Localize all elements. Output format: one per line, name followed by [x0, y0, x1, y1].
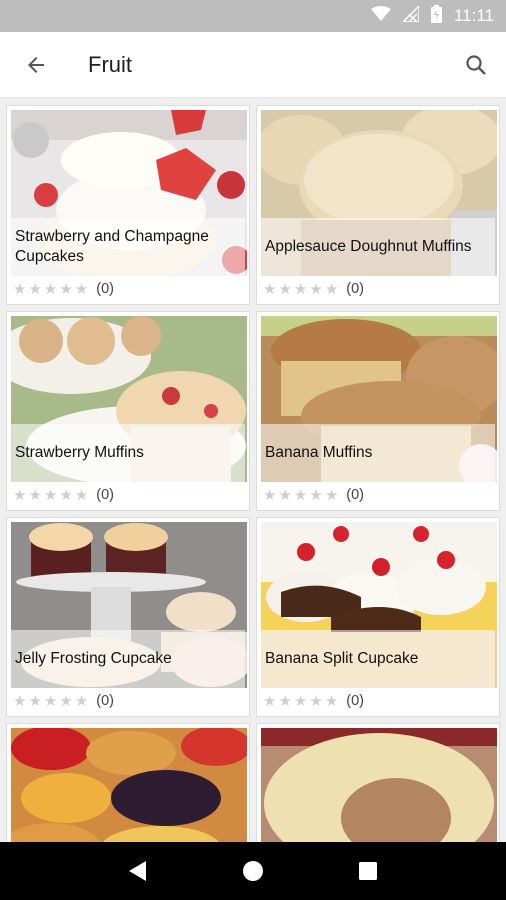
recipe-title: Strawberry and Champagne Cupcakes [15, 228, 209, 265]
status-time: 11:11 [453, 6, 494, 25]
star-icon: ★ [278, 487, 292, 504]
star-icon: ★ [324, 281, 339, 298]
star-icon: ★ [13, 487, 27, 504]
star-rating: ★ ★ ★ ★ ★ (0) [13, 692, 114, 710]
star-icon: ★ [59, 281, 73, 298]
rating-count: (0) [346, 693, 364, 709]
recipe-title-overlay: Banana Split Cupcake [261, 630, 495, 688]
star-icon: ★ [278, 281, 292, 298]
star-icon: ★ [59, 693, 73, 710]
star-icon: ★ [43, 693, 58, 710]
recipe-card[interactable] [256, 723, 500, 842]
star-rating: ★ ★ ★ ★ ★ (0) [13, 486, 114, 504]
recipe-grid: Strawberry and Champagne Cupcakes ★ ★ ★ ★ ★ … [0, 102, 506, 842]
star-icon: ★ [263, 281, 277, 298]
recipe-title: Jelly Frosting Cupcake [15, 650, 172, 667]
star-icon: ★ [74, 487, 89, 504]
back-triangle-icon[interactable] [123, 856, 153, 886]
recipe-title: Banana Muffins [265, 444, 373, 461]
recents-square-icon[interactable] [353, 856, 383, 886]
recipe-title: Banana Split Cupcake [265, 650, 419, 667]
battery-icon [430, 4, 442, 28]
star-icon: ★ [324, 487, 339, 504]
recipe-card[interactable]: Applesauce Doughnut Muffins ★ ★ ★ ★ ★ (0) [256, 105, 500, 305]
star-icon: ★ [28, 281, 42, 298]
rating-count: (0) [96, 693, 114, 709]
recipe-title: Strawberry Muffins [15, 444, 144, 461]
wifi-icon [370, 5, 391, 27]
star-icon: ★ [293, 693, 308, 710]
recipe-image [261, 728, 497, 842]
recipe-title-overlay: Strawberry Muffins [11, 424, 245, 482]
star-icon: ★ [263, 693, 277, 710]
recipe-title-overlay: Applesauce Doughnut Muffins [261, 218, 495, 276]
signal-icon [401, 3, 420, 27]
recipe-card[interactable] [6, 723, 250, 842]
star-icon: ★ [43, 281, 58, 298]
system-nav-bar [0, 842, 506, 900]
star-rating: ★ ★ ★ ★ ★ (0) [263, 692, 364, 710]
star-icon: ★ [13, 693, 27, 710]
recipe-title-overlay: Banana Muffins [261, 424, 495, 482]
star-icon: ★ [74, 281, 89, 298]
rating-count: (0) [346, 281, 364, 297]
recipe-card[interactable]: Strawberry and Champagne Cupcakes ★ ★ ★ ★ ★ … [6, 105, 250, 305]
star-icon: ★ [59, 487, 73, 504]
recipe-card[interactable]: Banana Muffins ★ ★ ★ ★ ★ (0) [256, 311, 500, 511]
status-bar: 11:11 [0, 0, 506, 32]
star-icon: ★ [309, 281, 323, 298]
star-rating: ★ ★ ★ ★ ★ (0) [263, 486, 364, 504]
back-arrow-icon[interactable] [22, 51, 50, 79]
star-icon: ★ [293, 487, 308, 504]
search-icon[interactable] [462, 51, 490, 79]
star-rating: ★ ★ ★ ★ ★ (0) [13, 280, 114, 298]
recipe-card[interactable]: Banana Split Cupcake ★ ★ ★ ★ ★ (0) [256, 517, 500, 717]
star-icon: ★ [278, 693, 292, 710]
star-icon: ★ [309, 487, 323, 504]
home-circle-icon[interactable] [238, 856, 268, 886]
recipe-title-overlay: Jelly Frosting Cupcake [11, 630, 245, 688]
recipe-title-overlay: Strawberry and Champagne Cupcakes [11, 218, 245, 276]
star-icon: ★ [309, 693, 323, 710]
star-icon: ★ [293, 281, 308, 298]
star-icon: ★ [324, 693, 339, 710]
star-rating: ★ ★ ★ ★ ★ (0) [263, 280, 364, 298]
recipe-card[interactable]: Jelly Frosting Cupcake ★ ★ ★ ★ ★ (0) [6, 517, 250, 717]
rating-count: (0) [346, 487, 364, 503]
rating-count: (0) [96, 281, 114, 297]
star-icon: ★ [28, 693, 42, 710]
app-bar: Fruit [0, 32, 506, 98]
star-icon: ★ [28, 487, 42, 504]
star-icon: ★ [13, 281, 27, 298]
star-icon: ★ [74, 693, 89, 710]
star-icon: ★ [43, 487, 58, 504]
recipe-image [11, 728, 247, 842]
rating-count: (0) [96, 487, 114, 503]
recipe-card[interactable]: Strawberry Muffins ★ ★ ★ ★ ★ (0) [6, 311, 250, 511]
page-title: Fruit [88, 51, 132, 77]
star-icon: ★ [263, 487, 277, 504]
recipe-title: Applesauce Doughnut Muffins [265, 238, 472, 255]
